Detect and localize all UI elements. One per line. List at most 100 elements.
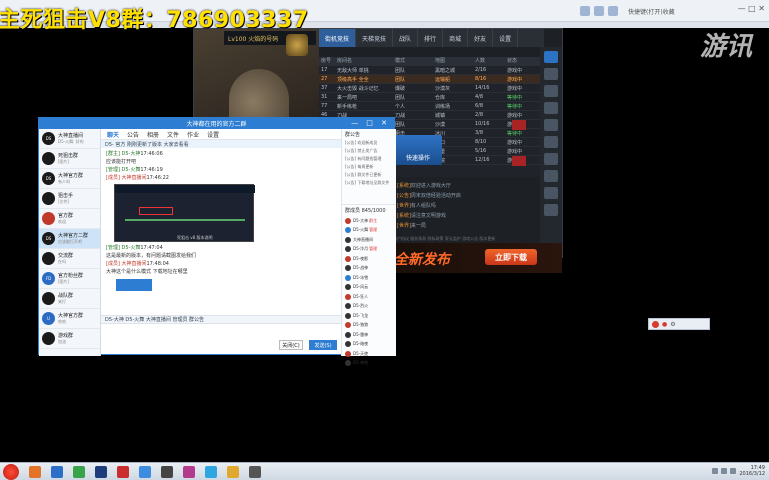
game-tab-6[interactable]: 设置 [493, 29, 519, 47]
chat-menu-2[interactable]: 相册 [147, 130, 159, 139]
chat-window-controls[interactable]: — □ ✕ [351, 119, 390, 127]
contact-item[interactable]: FD 官方粉丝群 [图片] [39, 269, 100, 289]
member-item[interactable]: D5-狂人 [342, 292, 396, 302]
game-tab-2[interactable]: 战队 [393, 29, 419, 47]
qq-icon[interactable] [139, 465, 151, 478]
qq-tray-bar[interactable]: ● ⚙ [648, 318, 710, 330]
send-button[interactable]: 发送(S) [309, 340, 337, 350]
contact-item[interactable]: 死狙击群 [图片] [39, 149, 100, 169]
contact-item[interactable]: DS 大神官方群 有人吗 [39, 169, 100, 189]
app-icon[interactable] [249, 465, 261, 478]
chat-menu-4[interactable]: 作业 [187, 130, 199, 139]
chat-input-toolbar[interactable]: D5-大神 D5-火舞 大神直播间 管理员 群公告 [101, 315, 341, 324]
announcement-item[interactable]: [公告] 有问题找管理 [345, 156, 393, 164]
member-item[interactable]: D5-天使 [342, 349, 396, 359]
member-item[interactable]: D5-烈火 [342, 302, 396, 312]
side-menu-icon[interactable] [544, 170, 558, 182]
clock[interactable]: 17:49 2016/3/12 [739, 465, 765, 477]
media-icon[interactable] [161, 465, 173, 478]
side-menu-icon[interactable] [544, 204, 558, 216]
chat-menu-1[interactable]: 公告 [127, 130, 139, 139]
member-item[interactable]: D5-冰雪 [342, 273, 396, 283]
back-icon[interactable] [580, 6, 590, 16]
side-menu-icon[interactable] [544, 187, 558, 199]
announcement-item[interactable]: [公告] 下载地址见群文件 [345, 180, 393, 188]
member-item[interactable]: D5-战神 [342, 264, 396, 274]
room-row[interactable]: 31 来一局吧 团队 仓库 4/8 等待中 [319, 93, 544, 102]
room-row[interactable]: 17 无敌大师 单挑 团队 黑暗之城 2/16 游戏中 [319, 66, 544, 75]
screenshot-image[interactable]: 死狙击 v8 版本说明 [114, 184, 255, 242]
refresh-icon[interactable] [608, 6, 618, 16]
address-text[interactable]: 快捷键(打开)收藏 [628, 7, 675, 16]
game-icon[interactable] [117, 465, 129, 478]
member-item[interactable]: D5-风云 [342, 283, 396, 293]
window-controls[interactable]: — □ ✕ [738, 4, 765, 13]
download-now-button[interactable]: 立即下载 [485, 249, 537, 265]
contact-item[interactable]: DS 大神直播间 D5-火舞: 好的 [39, 129, 100, 149]
contact-item[interactable]: U 大神官方群 哈哈 [39, 309, 100, 329]
forward-icon[interactable] [594, 6, 604, 16]
game-tab-1[interactable]: 天梯竞技 [356, 29, 394, 47]
announcement-item[interactable]: [公告] 群文件已更新 [345, 172, 393, 180]
side-menu-icon[interactable] [544, 102, 558, 114]
side-menu-icon[interactable] [544, 85, 558, 97]
member-item[interactable]: D5-神枪 [342, 359, 396, 369]
quick-action-button[interactable]: 快速操作 [394, 135, 442, 165]
ie-icon[interactable] [51, 465, 63, 478]
side-menu-icon[interactable] [544, 136, 558, 148]
member-item[interactable]: D5-飞龙 [342, 311, 396, 321]
announcement-item[interactable]: [公告] 欢迎新成员 [345, 140, 393, 148]
member-item[interactable]: D5-雷神 [342, 330, 396, 340]
side-menu-icon[interactable] [544, 119, 558, 131]
contact-item[interactable]: 战队群 来打 [39, 289, 100, 309]
chat-menu-3[interactable]: 文件 [167, 130, 179, 139]
app-icon[interactable] [73, 465, 85, 478]
announcement-item[interactable]: [公告] 禁止发广告 [345, 148, 393, 156]
group-chat-window: 大神都在用的官方二群 — □ ✕ DS 大神直播间 D5-火舞: 好的 死狙击群 [图片… [38, 117, 396, 367]
game-tab-4[interactable]: 商城 [443, 29, 469, 47]
room-row[interactable]: 37 大火击毁 战斗记忆 爆破 沙漠灰 14/16 游戏中 [319, 84, 544, 93]
app-icon[interactable] [227, 465, 239, 478]
side-menu-icon[interactable] [544, 68, 558, 80]
chat-menu-0[interactable]: 聊天 [107, 130, 119, 139]
contact-text: 大神官方二群 应该能打开吧 [58, 232, 100, 245]
volume-icon[interactable] [721, 468, 728, 474]
app-icon[interactable] [183, 465, 195, 478]
chat-menu-5[interactable]: 设置 [207, 130, 219, 139]
input-method-icon[interactable] [730, 468, 737, 474]
message-text: 17:46:19 [140, 167, 163, 173]
close-button[interactable]: 关闭(C) [279, 340, 303, 350]
member-item[interactable]: D5-独狼 [342, 321, 396, 331]
member-item[interactable]: D5-火舞 管理 [342, 226, 396, 236]
start-button[interactable] [3, 463, 19, 480]
room-row[interactable]: 77 新手练枪 个人 训练场 6/8 等待中 [319, 102, 544, 111]
contact-item[interactable]: 狙击手 [文件] [39, 189, 100, 209]
contact-name: 死狙击群 [58, 153, 79, 159]
room-status: 游戏中 [507, 139, 523, 146]
contact-item[interactable]: 官方群 欢迎 [39, 209, 100, 229]
side-menu-icon[interactable] [544, 153, 558, 165]
member-item[interactable]: D5-夜影 [342, 254, 396, 264]
member-item[interactable]: 大神直播间 [342, 235, 396, 245]
announcement-item[interactable]: [公告] 每周更新 [345, 164, 393, 172]
member-item[interactable]: D5-暗夜 [342, 340, 396, 350]
game-tab-3[interactable]: 排行 [418, 29, 444, 47]
attachment-thumbnail[interactable] [116, 279, 152, 291]
room-map: 沙漠灰 [435, 85, 451, 92]
room-mode: 团队 [395, 67, 406, 74]
game-tab-5[interactable]: 好友 [468, 29, 494, 47]
photoshop-icon[interactable] [95, 465, 107, 478]
browser-icon[interactable] [205, 465, 217, 478]
member-item[interactable]: D5-大神 群主 [342, 216, 396, 226]
avatar: DS [42, 132, 55, 145]
room-row[interactable]: 27 顶级高手 全全 团队 运输船 8/16 游戏中 [319, 75, 544, 84]
contact-item[interactable]: DS 大神官方二群 应该能打开吧 [39, 229, 100, 249]
network-icon[interactable] [712, 468, 719, 474]
game-tab-0[interactable]: 街机竞技 [319, 29, 357, 47]
folder-icon[interactable] [29, 465, 41, 478]
contact-item[interactable]: 交流群 在吗 [39, 249, 100, 269]
room-map: 仓库 [435, 94, 446, 101]
side-menu-icon[interactable] [544, 51, 558, 63]
contact-item[interactable]: 游戏群 加油 [39, 329, 100, 349]
member-item[interactable]: D5-冷月 管理 [342, 245, 396, 255]
